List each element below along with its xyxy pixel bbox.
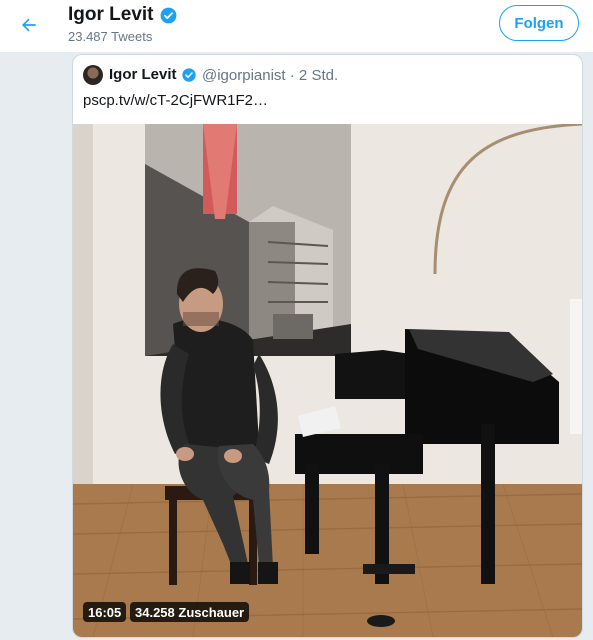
follow-button[interactable]: Folgen	[499, 5, 579, 41]
back-button[interactable]	[14, 10, 44, 40]
quoted-tweet-card[interactable]: Igor Levit @igorpianist · 2 Std. pscp.tv…	[72, 54, 583, 638]
quoted-author[interactable]: Igor Levit	[109, 66, 197, 83]
quoted-handle-time: @igorpianist · 2 Std.	[202, 67, 339, 84]
avatar[interactable]	[83, 65, 103, 85]
viewer-count-badge: 34.258 Zuschauer	[130, 602, 250, 622]
quoted-link[interactable]: pscp.tv/w/cT-2CjFWR1F2…	[83, 92, 268, 109]
verified-badge-icon	[181, 67, 196, 82]
video-frame	[73, 124, 582, 637]
quoted-author-name: Igor Levit	[109, 66, 177, 83]
video-player[interactable]: 16:05 34.258 Zuschauer	[73, 124, 582, 637]
profile-header: Igor Levit 23.487 Tweets Folgen	[0, 0, 593, 53]
arrow-left-icon	[22, 18, 36, 32]
profile-title: Igor Levit	[68, 4, 178, 26]
profile-name: Igor Levit	[68, 4, 154, 25]
verified-badge-icon	[160, 7, 176, 23]
tweet-count: 23.487 Tweets	[68, 29, 153, 44]
video-duration-badge: 16:05	[83, 602, 127, 622]
